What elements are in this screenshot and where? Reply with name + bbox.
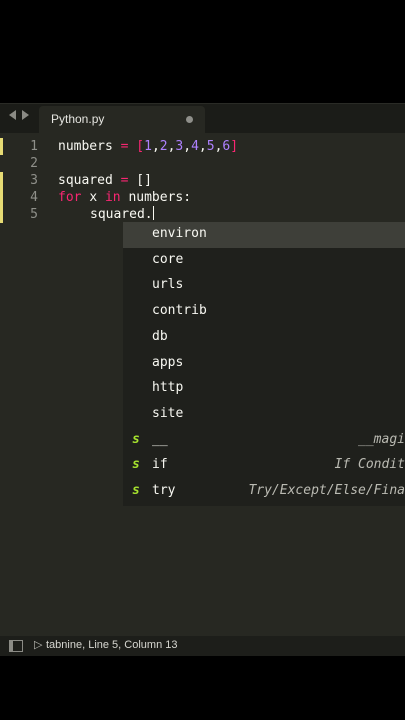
tab-python-py[interactable]: Python.py bbox=[39, 106, 205, 133]
autocomplete-item-db[interactable]: db bbox=[123, 325, 405, 351]
autocomplete-item-urls[interactable]: urls bbox=[123, 273, 405, 299]
autocomplete-label: try bbox=[152, 483, 176, 498]
autocomplete-item-environ[interactable]: environ bbox=[123, 222, 405, 248]
autocomplete-label: core bbox=[152, 251, 184, 267]
code-line-5: squared. bbox=[90, 206, 154, 222]
autocomplete-item-contrib[interactable]: contrib bbox=[123, 299, 405, 325]
autocomplete-label: db bbox=[152, 328, 168, 344]
autocomplete-item-core[interactable]: core bbox=[123, 248, 405, 274]
snippet-icon: s bbox=[132, 457, 140, 473]
autocomplete-popup: environ core urls contrib db apps http s… bbox=[123, 222, 405, 506]
status-text: tabnine, Line 5, Column 13 bbox=[46, 639, 178, 651]
autocomplete-label: apps bbox=[152, 354, 184, 370]
modified-line-marker bbox=[0, 138, 3, 155]
autocomplete-label: urls bbox=[152, 277, 184, 293]
tab-label: Python.py bbox=[51, 112, 105, 126]
unsaved-dot-icon[interactable] bbox=[186, 116, 193, 123]
code-line-3: squared = [] bbox=[58, 173, 152, 188]
autocomplete-item-if-snippet[interactable]: s if If Condit bbox=[123, 453, 405, 479]
tabnine-icon: ▷ bbox=[34, 638, 43, 651]
code-line-4: for x in numbers: bbox=[58, 190, 192, 205]
chevron-left-icon[interactable] bbox=[9, 110, 16, 120]
autocomplete-hint: If Condit bbox=[334, 457, 405, 473]
status-bar: ▷ tabnine, Line 5, Column 13 bbox=[0, 636, 405, 656]
autocomplete-item-site[interactable]: site bbox=[123, 402, 405, 428]
text-cursor bbox=[152, 206, 154, 220]
line-number: 1 bbox=[30, 139, 38, 154]
autocomplete-label: environ bbox=[152, 226, 207, 241]
autocomplete-label: __ bbox=[152, 431, 168, 447]
autocomplete-hint: Try/Except/Else/Fina bbox=[248, 483, 405, 498]
snippet-icon: s bbox=[132, 431, 140, 447]
autocomplete-item-http[interactable]: http bbox=[123, 376, 405, 402]
autocomplete-label: if bbox=[152, 457, 168, 473]
panel-toggle-icon[interactable] bbox=[9, 640, 23, 652]
line-number: 3 bbox=[30, 173, 38, 188]
autocomplete-label: site bbox=[152, 405, 184, 421]
modified-line-marker bbox=[0, 172, 3, 189]
autocomplete-hint: __magi bbox=[358, 431, 405, 447]
autocomplete-label: http bbox=[152, 380, 184, 396]
line-number: 4 bbox=[30, 190, 38, 205]
line-number: 5 bbox=[30, 207, 38, 222]
autocomplete-item-magic-snippet[interactable]: s __ __magi bbox=[123, 428, 405, 454]
autocomplete-label: contrib bbox=[152, 303, 207, 319]
line-number: 2 bbox=[30, 156, 38, 171]
modified-line-marker bbox=[0, 189, 3, 206]
snippet-icon: s bbox=[132, 483, 140, 498]
autocomplete-item-try-snippet[interactable]: s try Try/Except/Else/Fina bbox=[123, 479, 405, 505]
modified-line-marker bbox=[0, 206, 3, 223]
panel-toggle-icon-bar bbox=[10, 641, 13, 651]
chevron-right-icon[interactable] bbox=[22, 110, 29, 120]
autocomplete-item-apps[interactable]: apps bbox=[123, 351, 405, 377]
code-line-1: numbers = [1,2,3,4,5,6] bbox=[58, 139, 239, 154]
